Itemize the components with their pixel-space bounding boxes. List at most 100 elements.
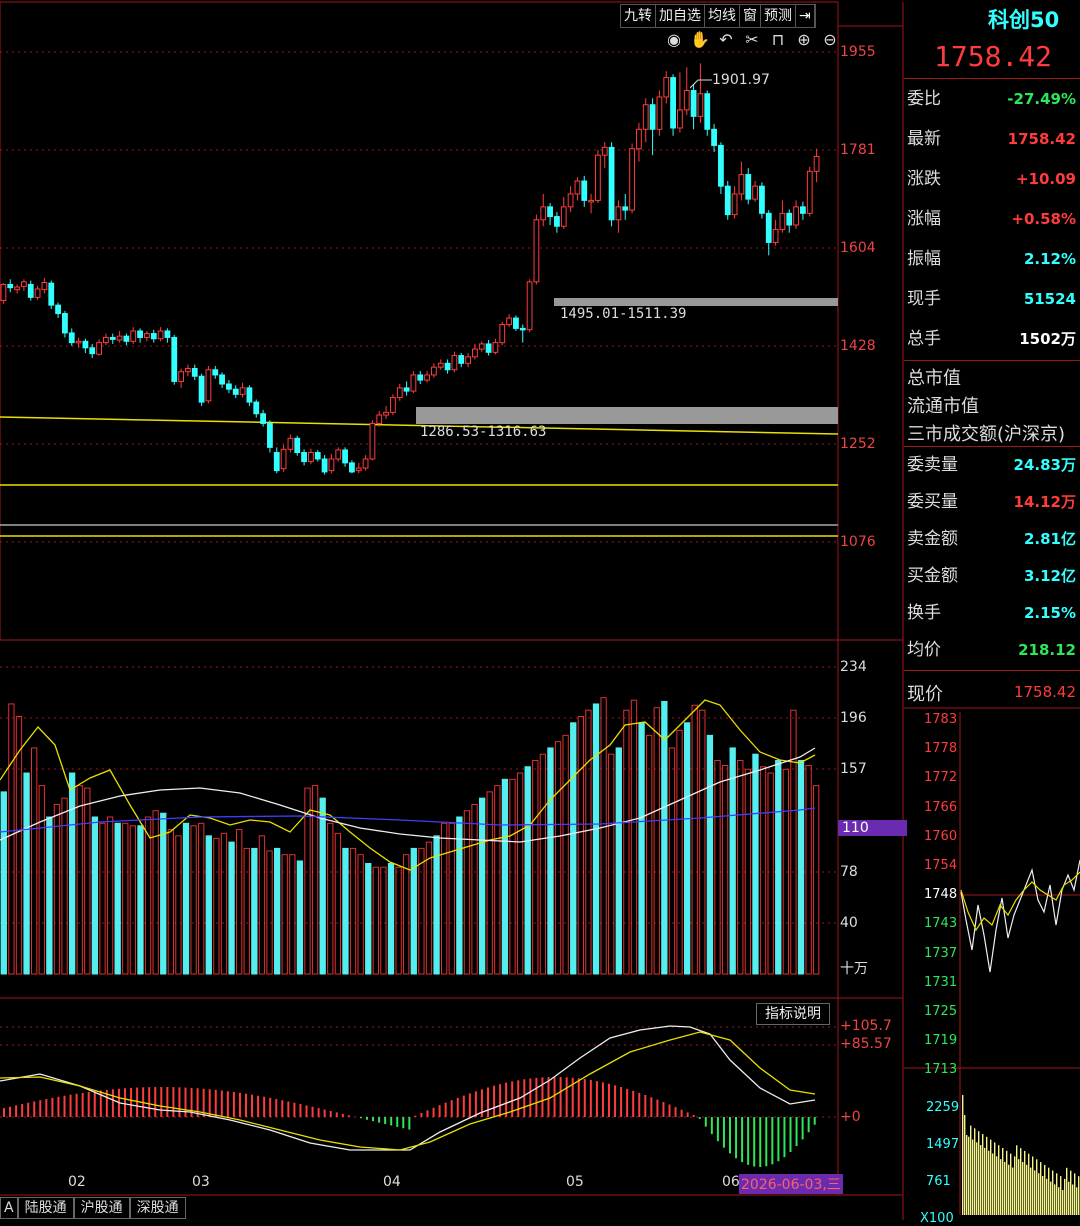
candle [424,371,430,383]
zoom-in-icon[interactable]: ⊕ [794,30,814,49]
volume-axis-label: 234 [840,659,867,675]
volume-bar [289,854,296,975]
quote-key: 最新 [907,129,941,149]
candle [191,364,198,381]
candle [226,380,232,394]
volume-bar [524,766,531,975]
volume-bar [456,816,463,975]
quote2-row: 均价 218.12 [904,631,1080,669]
tab-hugutong[interactable]: 沪股通 [73,1197,130,1219]
candle [711,124,717,152]
candle [506,314,512,328]
volume-bar [372,866,379,975]
candle [526,279,533,333]
volume-bar [516,772,524,975]
quote2-key: 卖金额 [907,529,958,549]
volume-bar [554,741,562,975]
tool-icons: ◉ ✋ ↶ ✂ ⊓ ⊕ ⊖ [664,30,840,49]
indicator-explain-button[interactable]: 指标说明 [756,1003,830,1025]
mini-axis-label: 1713 [924,1062,958,1078]
window-button[interactable]: 窗 [740,5,761,27]
candle [738,161,745,201]
volume-bars-group [0,697,820,975]
volume-bar [592,703,600,975]
hand-icon[interactable]: ✋ [690,30,710,49]
volume-bar [190,825,197,975]
candle [417,371,424,384]
lock-icon[interactable]: ⊓ [768,30,788,49]
volume-bar [31,747,38,975]
mini-axis-label: 1719 [924,1033,958,1049]
scissors-icon[interactable]: ✂ [742,30,762,49]
eye-icon[interactable]: ◉ [664,30,684,49]
float-market-value-label: 流通市值 [907,396,979,417]
gap-lower-label: 1286.53-1316.63 [420,424,547,440]
price-axis-label: 1955 [840,44,876,60]
candle [813,148,820,183]
volume-axis-label: 40 [840,915,858,931]
volume-bar [76,785,83,975]
candle [21,279,27,291]
volume-bar [721,765,729,975]
quote-value: +10.09 [1015,170,1076,188]
candle [615,200,622,233]
volume-bar [638,722,645,975]
moving-average-button[interactable]: 均线 [705,5,740,27]
candle [451,351,458,373]
candle [458,352,465,368]
volume-bar [357,854,364,975]
candle [499,321,506,346]
tab-lugutong[interactable]: 陆股通 [17,1197,74,1219]
candle [212,365,219,379]
candle [239,382,246,398]
candle [581,175,588,207]
volume-bar [23,772,30,975]
volume-bar [91,816,99,975]
candle [55,302,61,319]
zoom-out-icon[interactable]: ⊖ [820,30,840,49]
candle [246,385,253,406]
candle [116,330,123,343]
volume-bar [182,822,190,975]
candle [144,330,150,342]
candle [130,327,137,344]
candle [677,72,683,133]
candle [294,435,301,456]
quote2-row: 买金额 3.12亿 [904,557,1080,595]
quote2-row: 委买量 14.12万 [904,483,1080,521]
volume-bar [646,734,653,975]
quote-value: 1502万 [1019,330,1076,348]
quote-row: 现手 51524 [904,280,1080,318]
volume-bar [630,699,638,975]
volume-bar [258,835,266,975]
quote2-row: 换手 2.15% [904,594,1080,632]
volume-bar [228,841,235,975]
add-watchlist-button[interactable]: 加自选 [656,5,705,27]
nine-turn-button[interactable]: 九转 [621,5,656,27]
candle [219,372,225,388]
candle [806,166,813,217]
forecast-button[interactable]: 预测 [761,5,796,27]
undo-icon[interactable]: ↶ [716,30,736,49]
candle [656,90,663,136]
candle [588,193,594,214]
candle [533,214,540,285]
month-label: 06 [722,1174,740,1190]
candle [567,186,574,213]
candle [595,149,601,203]
volume-bar [623,709,630,975]
high-pointer [690,79,712,89]
volume-bar [683,722,691,975]
quote2-key: 买金额 [907,566,958,586]
candle [718,142,724,194]
tab-shengutong[interactable]: 深股通 [129,1197,186,1219]
collapse-right-icon[interactable]: ⇥ [796,5,815,27]
tab-a[interactable]: A [0,1197,18,1219]
volume-bar [175,835,182,975]
gap-upper-label: 1495.01-1511.39 [560,306,687,322]
candle [301,449,307,466]
quote-panel: 科创50 1758.42 委比 -27.49% 最新 1758.42 涨跌 +10.09 涨… [904,0,1080,1226]
candle [472,343,478,360]
quote2-row: 委卖量 24.83万 [904,446,1080,484]
volume-bar [767,772,774,975]
